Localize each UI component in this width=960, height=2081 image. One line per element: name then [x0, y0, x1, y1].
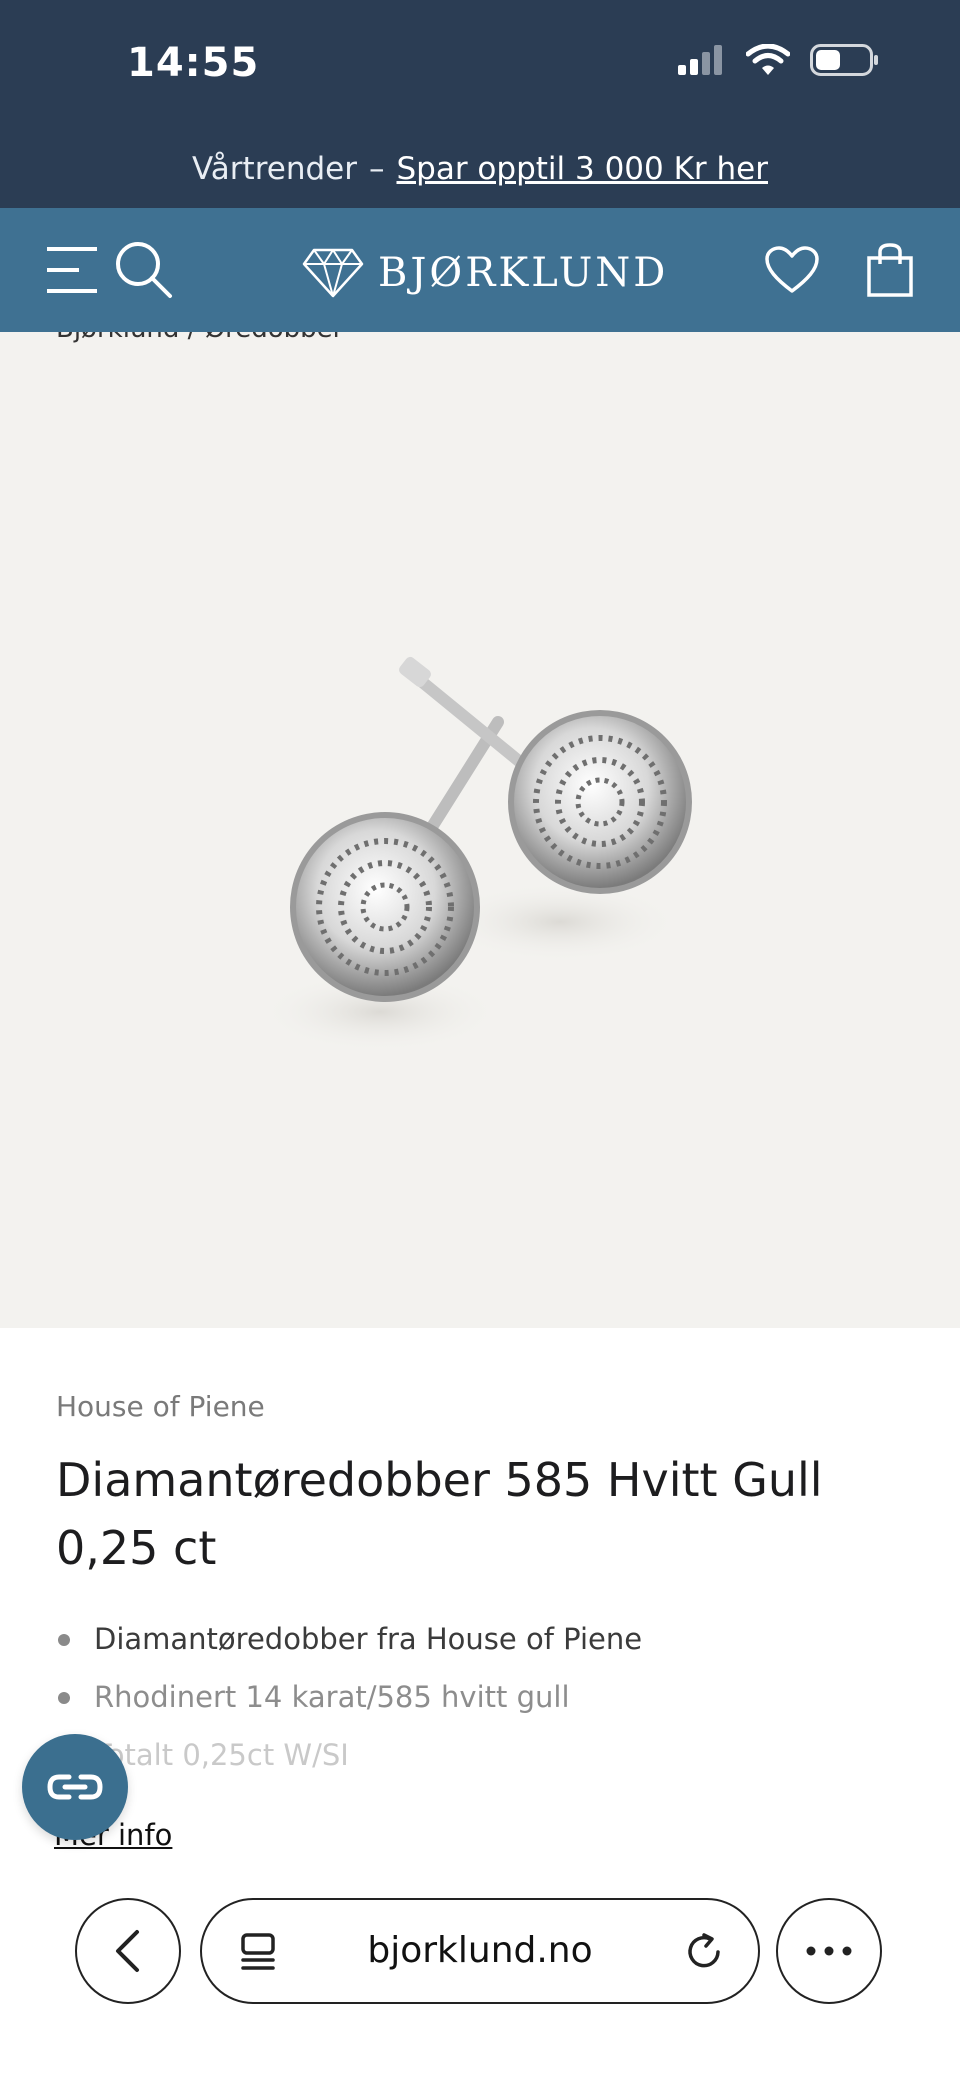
product-image[interactable]: Bjørklund / Øredobber — [0, 332, 960, 1328]
hamburger-menu-icon — [47, 247, 97, 293]
status-icons — [676, 44, 880, 76]
cart-button[interactable] — [858, 238, 922, 302]
promo-banner: Vårtrender – Spar opptil 3 000 Kr her — [0, 130, 960, 208]
browser-toolbar: bjorklund.no — [0, 1880, 960, 2081]
search-button[interactable] — [112, 238, 176, 302]
product-features: Diamantøredobber fra House of Piene Rhod… — [56, 1610, 642, 1784]
more-options-button[interactable] — [776, 1898, 882, 2004]
address-bar[interactable]: bjorklund.no — [200, 1898, 760, 2004]
product-title: Diamantøredobber 585 Hvitt Gull 0,25 ct — [56, 1453, 823, 1575]
ellipsis-icon — [806, 1946, 852, 1956]
product-brand[interactable]: House of Piene — [56, 1390, 265, 1423]
status-bar: 14:55 — [0, 0, 960, 130]
breadcrumb[interactable]: Bjørklund / Øredobber — [56, 332, 343, 344]
reload-icon — [688, 1933, 720, 1968]
product-info: House of Piene Diamantøredobber 585 Hvit… — [0, 1328, 960, 1958]
menu-button[interactable] — [40, 238, 104, 302]
shopping-bag-icon — [867, 243, 913, 297]
wifi-icon — [746, 44, 790, 75]
promo-dash: – — [368, 151, 385, 187]
back-button[interactable] — [75, 1898, 181, 2004]
promo-text: Vårtrender — [192, 151, 357, 187]
battery-icon — [810, 44, 878, 76]
chevron-left-icon — [116, 1930, 139, 1972]
earrings-image — [260, 656, 692, 1052]
feature-item: Totalt 0,25ct W/SI — [56, 1726, 642, 1784]
chat-button[interactable] — [22, 1734, 128, 1840]
site-logo[interactable]: BJØRKLUND — [302, 248, 668, 298]
logo-text: BJØRKLUND — [378, 250, 669, 296]
wishlist-button[interactable] — [760, 238, 824, 302]
site-header: BJØRKLUND — [0, 208, 960, 332]
cellular-signal-icon — [678, 45, 722, 75]
reload-button[interactable] — [680, 1928, 728, 1976]
search-icon — [116, 242, 172, 298]
url-text: bjorklund.no — [367, 1930, 593, 1971]
chat-icon — [47, 1774, 103, 1800]
feature-item: Diamantøredobber fra House of Piene — [56, 1610, 642, 1668]
promo-link[interactable]: Spar opptil 3 000 Kr her — [396, 151, 768, 187]
diamond-logo-icon — [302, 248, 364, 298]
status-time: 14:55 — [127, 40, 260, 86]
heart-icon — [765, 246, 819, 293]
feature-item: Rhodinert 14 karat/585 hvitt gull — [56, 1668, 642, 1726]
